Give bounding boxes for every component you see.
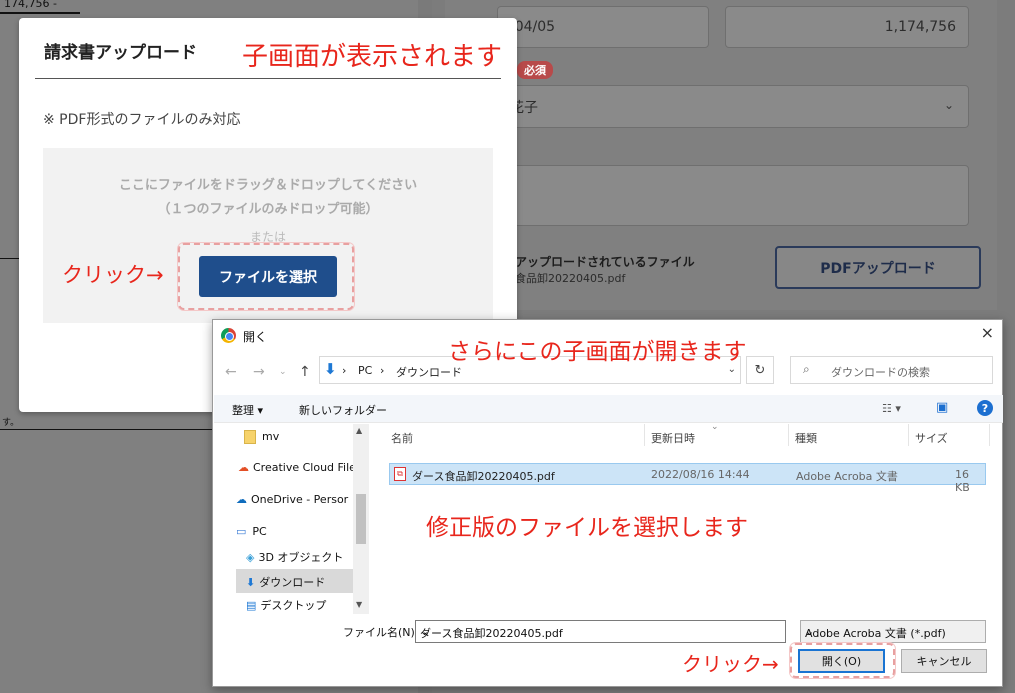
pdf-only-note: ※ PDF形式のファイルのみ対応 — [43, 112, 241, 128]
chrome-icon — [221, 328, 236, 343]
file-open-dialog: 開く × ← → ⌄ ↑ ⬇ › PC › ダウンロード ⌄ ↻ ⌕ ダウンロー… — [212, 319, 1003, 687]
breadcrumb-pc[interactable]: PC — [358, 364, 372, 377]
scroll-up-icon[interactable]: ▲ — [356, 426, 362, 435]
back-arrow-icon[interactable]: ← — [225, 364, 237, 380]
date-field[interactable]: /04/05 — [497, 6, 709, 48]
filename-dropdown-icon[interactable]: ⌄ — [420, 625, 781, 638]
sort-chevron-icon: ⌄ — [711, 422, 719, 432]
column-header-type[interactable]: 種類 — [795, 430, 817, 446]
tree-item-pc[interactable]: ▭ PC — [236, 525, 354, 538]
annotation-select-revised: 修正版のファイルを選択します — [426, 515, 748, 541]
uploaded-file-name: 食品卸20220405.pdf — [515, 272, 626, 285]
forward-arrow-icon[interactable]: → — [253, 364, 265, 380]
folder-icon — [244, 430, 256, 444]
tree-item-downloads[interactable]: ⬇ ダウンロード — [236, 569, 354, 593]
filename-input[interactable]: ダース食品卸20220405.pdf ⌄ — [415, 620, 786, 643]
drop-instruction: ここにファイルをドラッグ＆ドロップしてください — [118, 178, 418, 193]
file-size: 16 KB — [955, 468, 970, 494]
desktop-icon: ▤ — [246, 599, 257, 612]
up-arrow-icon[interactable]: ↑ — [299, 364, 311, 380]
document-rule — [0, 12, 80, 14]
file-type: Adobe Acroba 文書 — [796, 470, 898, 483]
pdf-upload-button[interactable]: PDFアップロード — [775, 246, 981, 289]
background-form-panel: /04/05 1,174,756 必須 花子 ⌄ アップロードされているファイル… — [445, 0, 997, 310]
drop-limit-note: （１つのファイルのみドロップ可能） — [157, 202, 379, 217]
highlight-box-open — [790, 643, 895, 678]
navigation-tree: mv ☁ Creative Cloud File ☁ OneDrive - Pers… — [214, 424, 369, 614]
help-icon[interactable]: ? — [977, 400, 993, 416]
tree-item-mv[interactable]: mv — [244, 430, 354, 444]
required-badge: 必須 — [517, 61, 553, 79]
tree-item-desktop[interactable]: ▤ デスクトップ — [246, 597, 354, 613]
scroll-down-icon[interactable]: ▼ — [356, 600, 362, 609]
uploaded-file-label: アップロードされているファイル — [515, 255, 695, 269]
download-icon: ⬇ — [246, 576, 256, 589]
creative-cloud-icon: ☁ — [238, 461, 249, 474]
filetype-dropdown-icon: ⌄ — [805, 625, 815, 638]
scroll-thumb[interactable] — [356, 494, 366, 544]
organize-menu[interactable]: 整理 ▾ — [232, 402, 263, 418]
file-name: ダース食品卸20220405.pdf — [412, 470, 555, 483]
cancel-button[interactable]: キャンセル — [901, 649, 987, 673]
column-header-size[interactable]: サイズ — [915, 430, 948, 446]
tree-item-creative-cloud[interactable]: ☁ Creative Cloud File — [238, 461, 354, 474]
annotation-click-open: クリック→ — [682, 652, 779, 676]
column-header-date[interactable]: 更新日時 — [651, 430, 695, 446]
onedrive-icon: ☁ — [236, 493, 247, 506]
filename-label: ファイル名(N): — [343, 626, 419, 639]
search-input[interactable]: ⌕ ダウンロードの検索 — [790, 356, 993, 384]
file-row[interactable]: ⧉ ダース食品卸20220405.pdf 2022/08/16 14:44 Ad… — [389, 463, 986, 494]
modal-title: 請求書アップロード — [44, 43, 197, 63]
breadcrumb-downloads[interactable]: ダウンロード — [396, 364, 462, 380]
name-select[interactable]: 花子 ⌄ — [497, 85, 969, 128]
preview-pane-icon[interactable]: ▣ — [936, 400, 948, 415]
annotation-child-shown: 子画面が表示されます — [242, 42, 503, 72]
download-folder-icon: ⬇ — [324, 360, 337, 378]
pdf-file-icon: ⧉ — [394, 467, 406, 481]
3d-objects-icon: ◈ — [246, 551, 255, 564]
annotation-dialog-opens: さらにこの子画面が開きます — [448, 339, 747, 365]
document-rule — [0, 258, 20, 259]
tree-item-onedrive[interactable]: ☁ OneDrive - Persor — [236, 493, 354, 506]
search-icon: ⌕ — [803, 362, 810, 376]
select-file-button[interactable]: ファイルを選択 — [199, 256, 337, 297]
filetype-select[interactable]: Adobe Acroba 文書 (*.pdf) ⌄ — [800, 620, 986, 643]
recent-chevron-icon[interactable]: ⌄ — [279, 367, 287, 377]
document-snippet: す。 — [2, 418, 20, 428]
document-amount: 174,756 - — [4, 0, 57, 10]
refresh-icon[interactable]: ↻ — [746, 356, 774, 384]
column-header-name[interactable]: 名前 — [391, 430, 413, 446]
file-date: 2022/08/16 14:44 — [651, 468, 750, 481]
tree-scrollbar[interactable]: ▲ ▼ — [353, 424, 369, 614]
notes-textarea[interactable] — [497, 165, 969, 226]
tree-item-3d-objects[interactable]: ◈ 3D オブジェクト — [246, 549, 354, 565]
amount-field[interactable]: 1,174,756 — [725, 6, 969, 48]
pc-icon: ▭ — [236, 525, 247, 538]
annotation-click-select: クリック→ — [62, 263, 164, 287]
close-icon[interactable]: × — [981, 323, 994, 342]
new-folder-button[interactable]: 新しいフォルダー — [299, 402, 387, 418]
view-options-icon[interactable]: ☷ ▾ — [882, 402, 901, 415]
modal-divider — [35, 78, 501, 79]
chevron-down-icon: ⌄ — [943, 98, 954, 112]
dialog-toolbar: 整理 ▾ 新しいフォルダー ☷ ▾ ▣ ? — [214, 395, 1003, 423]
dialog-title: 開く — [243, 330, 268, 344]
